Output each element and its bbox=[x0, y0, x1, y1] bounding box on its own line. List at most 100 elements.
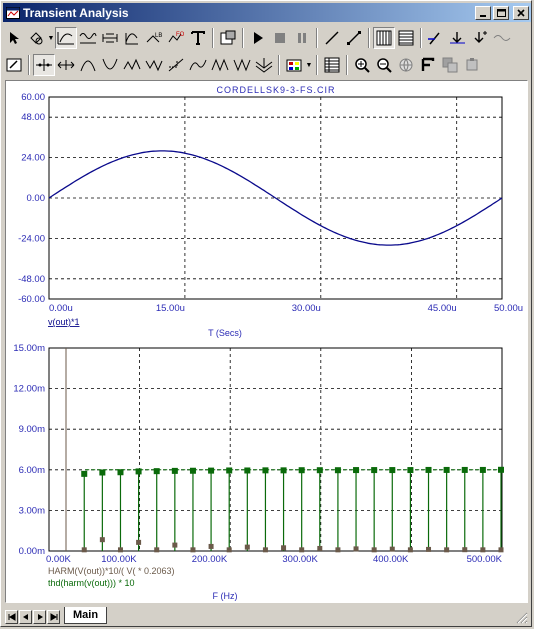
copy-icon bbox=[442, 57, 458, 73]
inflection-button[interactable] bbox=[187, 54, 209, 76]
palette-dropdown[interactable]: ▼ bbox=[305, 62, 313, 69]
select-pointer-button[interactable] bbox=[3, 27, 25, 49]
toolbar-cursor: ▼ bbox=[3, 52, 531, 78]
zoom-out-icon bbox=[377, 58, 392, 73]
harmonic-point bbox=[226, 547, 232, 553]
separator bbox=[242, 28, 244, 48]
low-button[interactable] bbox=[143, 54, 165, 76]
harmonic-point bbox=[335, 547, 341, 553]
legend-vout[interactable]: v(out)*1 bbox=[48, 317, 80, 327]
cursor-arrows-button[interactable] bbox=[55, 54, 77, 76]
run-button[interactable] bbox=[247, 27, 269, 49]
label-button[interactable] bbox=[99, 27, 121, 49]
harmonic-point bbox=[136, 539, 142, 545]
x-tick-label: 400.00K bbox=[373, 554, 409, 565]
y-tick-label: 12.00m bbox=[13, 384, 45, 395]
probe-down-icon bbox=[450, 32, 465, 44]
paste-button[interactable] bbox=[461, 54, 483, 76]
cursor-button[interactable] bbox=[33, 54, 55, 76]
edit-icon bbox=[6, 58, 22, 72]
probe-button[interactable] bbox=[425, 27, 447, 49]
zoom-out-button[interactable] bbox=[373, 54, 395, 76]
probe-plus-button[interactable] bbox=[469, 27, 491, 49]
chart-frame bbox=[48, 347, 503, 552]
text-button[interactable] bbox=[187, 27, 209, 49]
font-button[interactable] bbox=[417, 54, 439, 76]
zoom-in-button[interactable] bbox=[351, 54, 373, 76]
legend-thd[interactable]: thd(harm(v(out))) * 10 bbox=[48, 578, 135, 588]
properties-icon bbox=[220, 30, 236, 45]
separator bbox=[278, 55, 280, 75]
pause-icon bbox=[298, 33, 306, 43]
fill-grid-icon bbox=[398, 30, 414, 46]
line-button[interactable] bbox=[321, 27, 343, 49]
probe-icon bbox=[428, 32, 440, 45]
plot-area[interactable]: CORDELLSK9-3-FS.CIR 60.00 48.00 24.00 0.00 -… bbox=[5, 80, 528, 603]
fo-button[interactable]: FO bbox=[165, 27, 187, 49]
stop-button[interactable] bbox=[269, 27, 291, 49]
grid-button[interactable] bbox=[373, 27, 395, 49]
maximize-button[interactable] bbox=[493, 5, 509, 20]
waveform-button[interactable] bbox=[77, 27, 99, 49]
table-button[interactable] bbox=[321, 54, 343, 76]
multi-valley-icon bbox=[233, 58, 251, 72]
edit-button[interactable] bbox=[3, 54, 25, 76]
component-icon bbox=[30, 32, 43, 45]
x-tick-label: 0.00K bbox=[46, 554, 71, 565]
point-tag-button[interactable]: LB bbox=[143, 27, 165, 49]
x-tick-label: 50.00u bbox=[494, 303, 523, 314]
scale-button[interactable] bbox=[55, 27, 77, 49]
nav-first-button[interactable] bbox=[5, 610, 18, 624]
app-icon bbox=[6, 6, 20, 19]
probe-plus-icon bbox=[474, 31, 487, 43]
nav-prev-button[interactable] bbox=[19, 610, 32, 624]
peak-icon bbox=[80, 60, 96, 72]
plot-canvas[interactable]: CORDELLSK9-3-FS.CIR 60.00 48.00 24.00 0.00 -… bbox=[6, 81, 527, 602]
multi-peak-button[interactable] bbox=[209, 54, 231, 76]
valley-button[interactable] bbox=[99, 54, 121, 76]
tab-main[interactable]: Main bbox=[64, 607, 108, 624]
harmonic-point bbox=[444, 547, 450, 553]
multi-valley-button[interactable] bbox=[231, 54, 253, 76]
close-button[interactable] bbox=[513, 5, 529, 20]
x-axis-ticks: 0.00K 100.00K 200.00K 300.00K 400.00K 500.00K bbox=[46, 554, 503, 565]
x-tick-label: 500.00K bbox=[467, 554, 503, 565]
y-tick-label: 3.00m bbox=[19, 505, 45, 516]
x-axis-label: T (Secs) bbox=[208, 328, 242, 338]
horizontal-scroll-area[interactable] bbox=[107, 610, 514, 624]
line-icon bbox=[325, 31, 339, 45]
chart-title: CORDELLSK9-3-FS.CIR bbox=[216, 85, 335, 95]
minimize-button[interactable] bbox=[475, 5, 491, 20]
multi-wave-button[interactable] bbox=[253, 54, 275, 76]
slope-button[interactable] bbox=[165, 54, 187, 76]
x-tick-label: 0.00u bbox=[49, 303, 73, 314]
y-tick-label: -60.00 bbox=[18, 294, 45, 305]
pause-button[interactable] bbox=[291, 27, 313, 49]
bracket-icon bbox=[125, 33, 138, 45]
diagonal-line-button[interactable] bbox=[343, 27, 365, 49]
size-grip-icon[interactable] bbox=[514, 610, 528, 624]
close-icon bbox=[517, 8, 525, 17]
globe-button[interactable] bbox=[395, 54, 417, 76]
separator bbox=[420, 28, 422, 48]
thd-point bbox=[153, 468, 160, 475]
palette-button[interactable] bbox=[283, 54, 305, 76]
copy-button[interactable] bbox=[439, 54, 461, 76]
x-axis-ticks: 0.00u 15.00u 30.00u 45.00u 50.00u bbox=[49, 303, 523, 314]
svg-text:LB: LB bbox=[155, 33, 162, 39]
y-tick-label: 0.00 bbox=[27, 193, 46, 204]
font-icon bbox=[421, 57, 435, 71]
high-button[interactable] bbox=[121, 54, 143, 76]
x-axis-label: F (Hz) bbox=[213, 591, 238, 601]
nav-last-button[interactable] bbox=[47, 610, 60, 624]
component-button[interactable] bbox=[25, 27, 47, 49]
legend-harm[interactable]: HARM(V(out))*10/( V( * 0.2063) bbox=[48, 566, 175, 576]
properties-button[interactable] bbox=[217, 27, 239, 49]
peak-button[interactable] bbox=[77, 54, 99, 76]
bracket-button[interactable] bbox=[121, 27, 143, 49]
nav-next-button[interactable] bbox=[33, 610, 46, 624]
fill-grid-button[interactable] bbox=[395, 27, 417, 49]
probe-down-button[interactable] bbox=[447, 27, 469, 49]
probe-wave-button[interactable] bbox=[491, 27, 513, 49]
component-dropdown[interactable]: ▼ bbox=[47, 35, 55, 42]
